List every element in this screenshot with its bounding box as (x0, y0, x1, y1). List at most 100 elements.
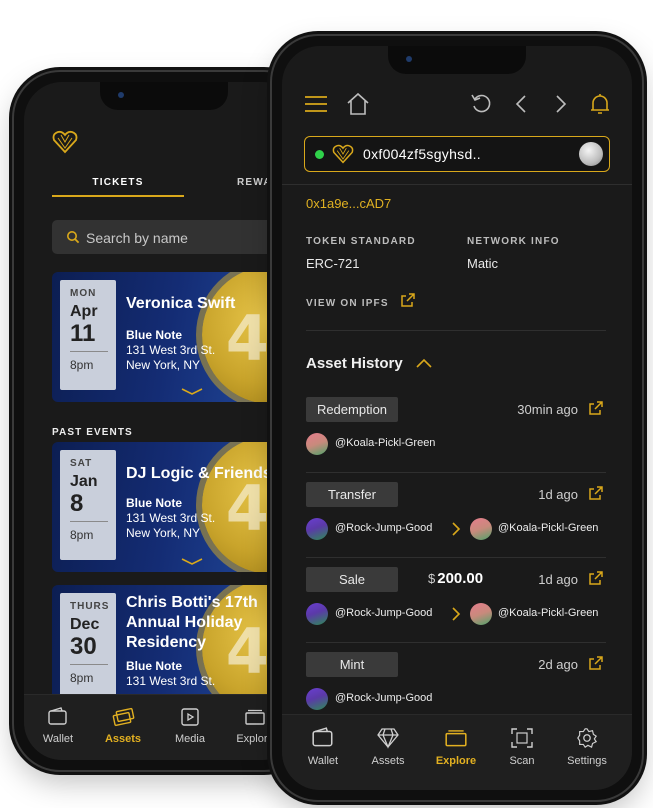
event-card[interactable]: 40 MON Apr 11 8pm Veronica Swift Blue No… (52, 272, 300, 402)
diamond-icon (377, 728, 399, 749)
event-venue: Blue Note 131 West 3rd St. (126, 659, 215, 689)
username[interactable]: @Koala-Pickl-Green (335, 437, 435, 449)
nav-label: Assets (371, 755, 405, 767)
nav-label: Assets (104, 733, 142, 745)
camera (118, 92, 124, 98)
tickets-icon (112, 707, 135, 727)
heart-gem-icon (52, 130, 78, 154)
event-dow: THURS (70, 601, 110, 612)
venue-city: New York, NY (126, 358, 201, 372)
chevron-down-icon[interactable] (180, 388, 204, 396)
network-info-label: NETWORK INFO (467, 236, 560, 247)
contract-address-link[interactable]: 0x1a9e...cAD7 (306, 196, 391, 211)
chevron-up-icon[interactable] (416, 358, 432, 368)
wallet-address-bar[interactable]: 0xf004zf5sgyhsd.. (304, 136, 610, 172)
nav-wallet[interactable]: Wallet (38, 707, 78, 745)
online-status-dot (315, 150, 324, 159)
divider (306, 472, 606, 473)
notch (388, 46, 526, 74)
event-time: 8pm (70, 671, 94, 685)
history-time: 2d ago (538, 657, 578, 672)
history-type-badge: Sale (306, 567, 398, 592)
event-month: Apr (70, 303, 98, 320)
wallet-icon (312, 727, 333, 747)
home-icon[interactable] (346, 92, 370, 116)
tab-tickets[interactable]: TICKETS (52, 177, 184, 197)
history-item-redemption: Redemption 30min ago @Koala-Pickl-Green (306, 397, 606, 473)
nav-label: Settings (567, 755, 607, 767)
nav-assets[interactable]: Assets (364, 727, 412, 767)
date-divider (70, 351, 108, 352)
external-link-icon[interactable] (588, 485, 604, 501)
event-month: Jan (70, 473, 98, 490)
history-item-sale: Sale $200.00 1d ago @Rock-Jump-Good @Koa… (306, 567, 606, 643)
avatar[interactable] (579, 142, 603, 166)
network-info-value: Matic (467, 256, 499, 271)
nav-label: Media (175, 733, 205, 745)
avatar (306, 688, 328, 710)
nav-wallet[interactable]: Wallet (300, 727, 346, 767)
username[interactable]: @Koala-Pickl-Green (498, 522, 598, 534)
explore-icon (445, 730, 467, 747)
external-link-icon[interactable] (588, 655, 604, 671)
history-users: @Rock-Jump-Good @Koala-Pickl-Green (306, 518, 606, 540)
nav-scan[interactable]: Scan (502, 727, 542, 767)
history-time: 1d ago (538, 487, 578, 502)
avatar (306, 433, 328, 455)
bell-icon[interactable] (588, 92, 612, 116)
event-day: 30 (70, 633, 97, 660)
search-input[interactable]: Search by name (52, 220, 300, 254)
nav-label: Explore (236, 733, 274, 745)
chevron-right-icon (452, 522, 461, 536)
back-icon[interactable] (510, 92, 534, 116)
front-phone-screen: 0xf004zf5sgyhsd.. 0x1a9e...cAD7 TOKEN ST… (282, 46, 632, 790)
gear-icon (577, 728, 598, 749)
external-link-icon[interactable] (588, 570, 604, 586)
venue-address: 131 West 3rd St. (126, 674, 216, 688)
username[interactable]: @Koala-Pickl-Green (498, 607, 598, 619)
history-type-badge: Redemption (306, 397, 398, 422)
scan-icon (511, 728, 533, 748)
date-divider (70, 664, 108, 665)
notch (100, 82, 228, 110)
tab-bar: TICKETS REWARDS (52, 177, 300, 201)
venue-address: 131 West 3rd St. (126, 343, 216, 357)
username[interactable]: @Rock-Jump-Good (335, 692, 432, 704)
menu-icon[interactable] (304, 92, 328, 116)
chevron-down-icon[interactable] (180, 558, 204, 566)
external-link-icon[interactable] (400, 292, 416, 308)
token-standard-label: TOKEN STANDARD (306, 236, 416, 247)
wallet-address: 0xf004zf5sgyhsd.. (363, 146, 481, 162)
event-date: THURS Dec 30 8pm (60, 593, 116, 703)
nav-label: Scan (509, 755, 535, 767)
venue-city: New York, NY (126, 526, 201, 540)
asset-history-title: Asset History (306, 355, 403, 372)
username[interactable]: @Rock-Jump-Good (335, 522, 432, 534)
nav-assets[interactable]: Assets (100, 707, 146, 745)
price-amount: 200.00 (437, 570, 484, 587)
history-time: 1d ago (538, 572, 578, 587)
event-day: 8 (70, 490, 84, 517)
avatar (470, 603, 492, 625)
view-on-ipfs-link[interactable]: VIEW ON IPFS (306, 298, 389, 309)
wallet-icon (48, 707, 67, 725)
event-time: 8pm (70, 528, 94, 542)
event-date: SAT Jan 8 8pm (60, 450, 116, 560)
external-link-icon[interactable] (588, 400, 604, 416)
bottom-nav: Wallet Assets Media Explore (24, 694, 300, 760)
history-time: 30min ago (517, 402, 578, 417)
avatar (306, 603, 328, 625)
back-phone-screen: TICKETS REWARDS Search by name 40 MON Ap… (24, 82, 300, 760)
refresh-icon[interactable] (470, 92, 494, 116)
nav-label: Wallet (307, 755, 339, 767)
forward-icon[interactable] (548, 92, 572, 116)
event-card[interactable]: 40 SAT Jan 8 8pm DJ Logic & Friends Blue… (52, 442, 300, 572)
username[interactable]: @Rock-Jump-Good (335, 607, 432, 619)
nav-media[interactable]: Media (170, 707, 210, 745)
media-icon (181, 708, 199, 726)
nav-explore[interactable]: Explore (430, 727, 482, 767)
back-phone: TICKETS REWARDS Search by name 40 MON Ap… (14, 72, 310, 770)
nav-settings[interactable]: Settings (562, 727, 612, 767)
history-users: @Rock-Jump-Good (306, 688, 606, 710)
history-users: @Rock-Jump-Good @Koala-Pickl-Green (306, 603, 606, 625)
